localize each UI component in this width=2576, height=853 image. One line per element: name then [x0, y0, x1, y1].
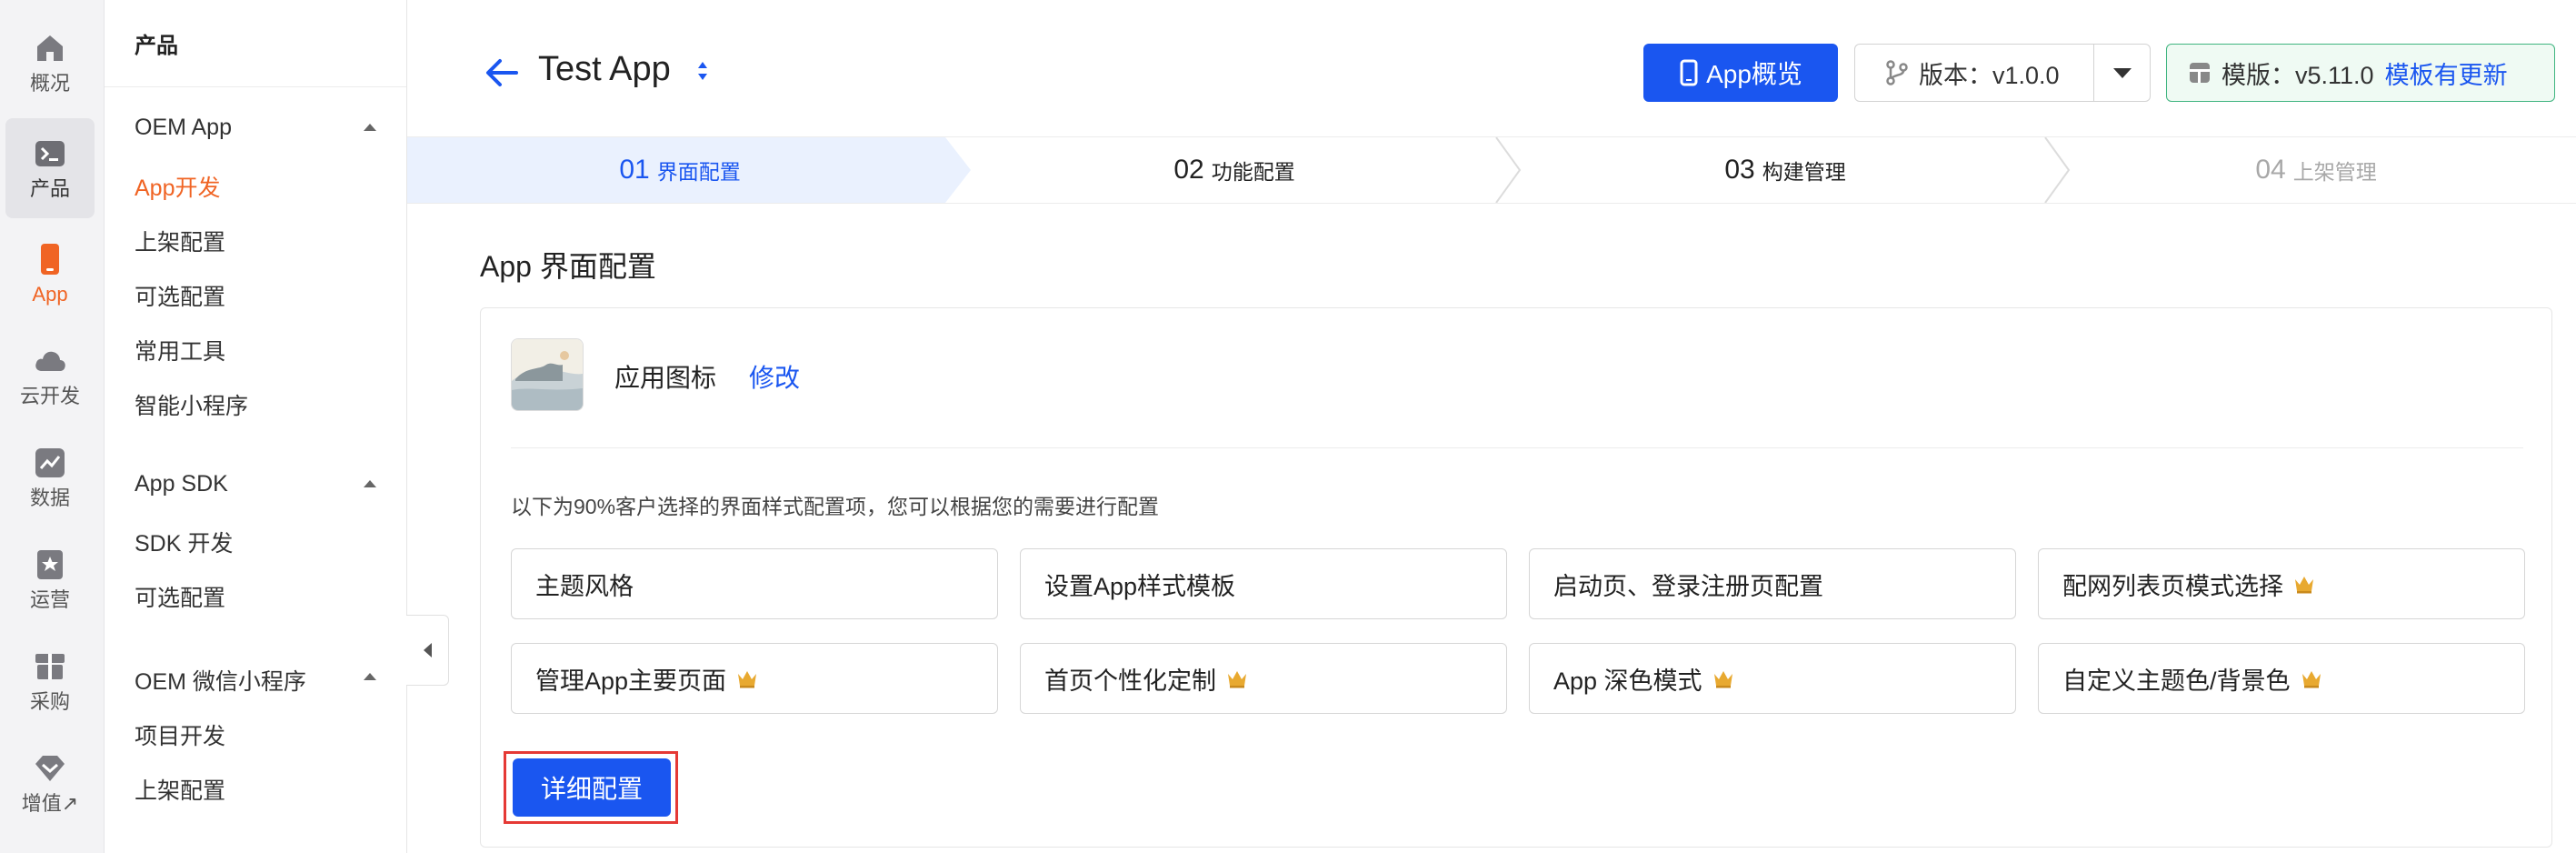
- nav-group-oem-wechat[interactable]: OEM 微信小程序: [135, 664, 306, 697]
- option-dark-mode[interactable]: App 深色模式: [1529, 643, 2016, 714]
- diamond-icon: [35, 756, 65, 781]
- step-build-management[interactable]: 03 构建管理: [1522, 137, 2049, 203]
- rail-item-data[interactable]: 数据: [5, 427, 95, 527]
- version-dropdown-button[interactable]: [2094, 45, 2151, 101]
- branch-icon: [1886, 60, 1908, 85]
- nav-item-common-tools[interactable]: 常用工具: [135, 334, 225, 366]
- app-title: Test App: [538, 50, 671, 88]
- home-icon: [37, 35, 63, 61]
- detail-config-button[interactable]: 详细配置: [513, 758, 671, 817]
- nav-item-mini-program[interactable]: 智能小程序: [135, 388, 248, 421]
- template-update-link[interactable]: 模板有更新: [2385, 55, 2508, 91]
- step-divider: [1495, 137, 1522, 203]
- rail-item-cloud[interactable]: 云开发: [5, 326, 95, 426]
- bookmark-icon: [37, 550, 63, 579]
- step-feature-config[interactable]: 02 功能配置: [971, 137, 1498, 203]
- mobile-icon: [1680, 59, 1698, 86]
- box-icon: [35, 654, 65, 679]
- app-overview-button[interactable]: App概览: [1643, 44, 1838, 102]
- nav-item-project-dev[interactable]: 项目开发: [135, 718, 225, 751]
- steps-bar: 01 界面配置 02 功能配置 03 构建管理 04 上架管理: [407, 136, 2576, 204]
- rail-item-overview[interactable]: 概况: [5, 13, 95, 113]
- option-launch-login[interactable]: 启动页、登录注册页配置: [1529, 548, 2016, 619]
- rail-item-operations[interactable]: 运营: [5, 529, 95, 629]
- sidebar-divider: [105, 86, 406, 87]
- caret-up-icon[interactable]: [364, 124, 376, 131]
- template-icon: [2190, 63, 2210, 83]
- card-divider: [511, 447, 2523, 448]
- template-version: 模版：v5.11.0: [2222, 61, 2374, 89]
- crown-icon: [738, 671, 757, 688]
- option-home-customization[interactable]: 首页个性化定制: [1020, 643, 1507, 714]
- nav-item-app-dev[interactable]: App开发: [135, 170, 220, 203]
- nav-item-listing-config[interactable]: 上架配置: [135, 225, 225, 257]
- chart-icon: [35, 448, 65, 477]
- option-app-template[interactable]: 设置App样式模板: [1020, 548, 1507, 619]
- nav-group-oem-app[interactable]: OEM App: [135, 115, 232, 141]
- rail-item-app[interactable]: App: [5, 224, 95, 324]
- section-title: App 界面配置: [480, 250, 656, 283]
- app-icon-image: [511, 338, 584, 411]
- icon-rail: 概况 产品 App 云开发 数据 运营 采购 增值↗: [0, 0, 105, 853]
- step-ui-config[interactable]: 01 界面配置: [407, 137, 953, 203]
- cloud-icon: [35, 351, 65, 371]
- terminal-icon: [35, 141, 65, 166]
- rail-item-product[interactable]: 产品: [5, 118, 95, 218]
- config-hint: 以下为90%客户选择的界面样式配置项，您可以根据您的需要进行配置: [511, 495, 1160, 518]
- back-arrow-icon[interactable]: [482, 53, 522, 93]
- template-version-badge[interactable]: 模版：v5.11.0 模板有更新: [2166, 44, 2555, 102]
- version-selector[interactable]: 版本：v1.0.0: [1854, 44, 2151, 102]
- product-sidebar: 产品 OEM App App开发 上架配置 可选配置 常用工具 智能小程序 Ap…: [105, 0, 407, 853]
- rail-item-purchase[interactable]: 采购: [5, 631, 95, 731]
- option-pairing-list-mode[interactable]: 配网列表页模式选择: [2038, 548, 2525, 619]
- crown-icon: [1228, 671, 1246, 688]
- nav-group-app-sdk[interactable]: App SDK: [135, 471, 228, 497]
- nav-item-wechat-listing-config[interactable]: 上架配置: [135, 773, 225, 806]
- nav-item-sdk-dev[interactable]: SDK 开发: [135, 526, 233, 558]
- chevron-down-icon: [2113, 67, 2132, 78]
- collapse-sidebar-button[interactable]: [406, 615, 449, 686]
- caret-up-icon[interactable]: [364, 673, 376, 680]
- app-icon-label: 应用图标: [614, 364, 717, 392]
- nav-item-optional-config[interactable]: 可选配置: [135, 279, 225, 312]
- caret-left-icon: [423, 643, 432, 657]
- crown-icon: [2301, 671, 2321, 688]
- version-display[interactable]: 版本：v1.0.0: [1855, 45, 2093, 101]
- phone-icon: [41, 244, 59, 275]
- option-custom-theme-color[interactable]: 自定义主题色/背景色: [2038, 643, 2525, 714]
- sidebar-header: 产品: [135, 34, 178, 58]
- step-listing-management[interactable]: 04 上架管理: [2071, 137, 2561, 203]
- modify-icon-link[interactable]: 修改: [749, 358, 800, 395]
- rail-item-value-added[interactable]: 增值↗: [5, 733, 95, 833]
- sort-switch-icon[interactable]: [696, 60, 709, 82]
- nav-item-sdk-optional-config[interactable]: 可选配置: [135, 580, 225, 613]
- caret-up-icon[interactable]: [364, 480, 376, 487]
- crown-icon: [2295, 577, 2313, 594]
- crown-icon: [1713, 671, 1732, 688]
- option-theme-style[interactable]: 主题风格: [511, 548, 998, 619]
- option-manage-main-pages[interactable]: 管理App主要页面: [511, 643, 998, 714]
